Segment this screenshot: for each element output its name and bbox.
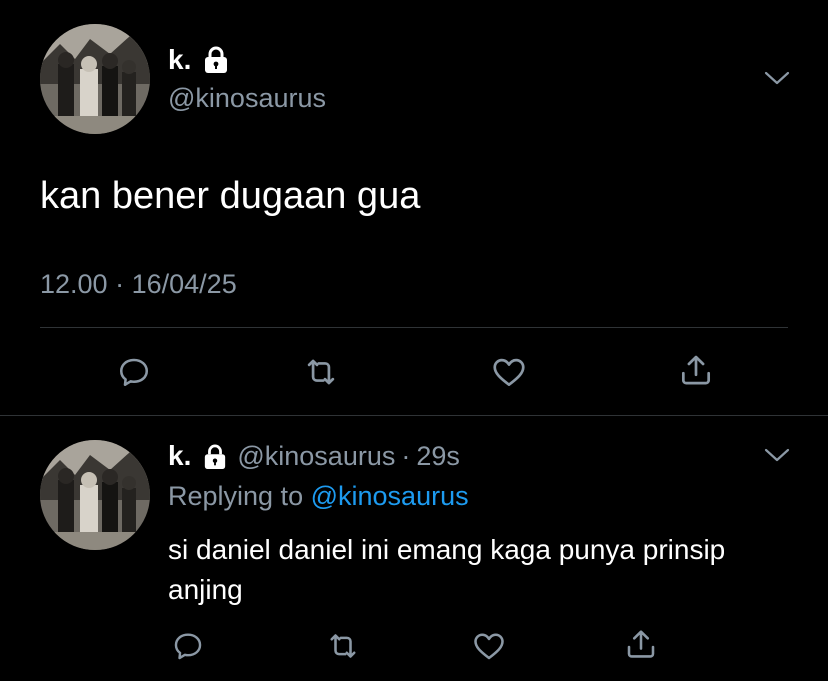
reply-handle[interactable]: @kinosaurus	[237, 438, 395, 474]
reply-text: si daniel daniel ini emang kaga punya pr…	[168, 534, 726, 605]
tweet-text: kan bener dugaan gua	[40, 175, 421, 217]
reply-icon	[116, 354, 152, 390]
chevron-down-icon[interactable]	[764, 70, 790, 86]
reply-retweet-button[interactable]	[323, 626, 363, 666]
tweet-time: 12.00	[40, 269, 108, 299]
reply-display-name[interactable]: k.	[168, 438, 191, 474]
retweet-button[interactable]	[301, 352, 341, 392]
retweet-icon	[302, 353, 340, 391]
like-button[interactable]	[489, 352, 529, 392]
divider	[40, 327, 788, 328]
reply-button[interactable]	[114, 352, 154, 392]
replying-to-handle-link[interactable]: @kinosaurus	[311, 481, 469, 511]
avatar[interactable]	[40, 24, 150, 134]
reply-time[interactable]: 29s	[416, 438, 460, 474]
display-name[interactable]: k.	[168, 42, 229, 78]
replying-to: Replying to @kinosaurus	[168, 478, 469, 514]
reply-avatar[interactable]	[40, 440, 150, 550]
reply-share-button[interactable]	[621, 624, 661, 664]
reply-like-button[interactable]	[469, 626, 509, 666]
reply-header: k. @kinosaurus · 29s	[168, 438, 460, 474]
meta-separator: ·	[115, 269, 125, 299]
tweet-detail-screen: k. @kinosaurus kan bener dugaan gua 12.0…	[0, 0, 828, 681]
section-divider	[0, 415, 828, 416]
lock-icon	[203, 46, 229, 74]
share-icon	[623, 626, 659, 662]
tweet-timestamp[interactable]: 12.00 · 16/04/25	[40, 266, 237, 302]
retweet-icon	[325, 628, 361, 664]
reply-separator: ·	[401, 441, 411, 471]
heart-icon	[490, 353, 528, 391]
tweet-date: 16/04/25	[131, 269, 237, 299]
handle[interactable]: @kinosaurus	[168, 80, 326, 116]
lock-icon	[203, 443, 227, 469]
heart-icon	[471, 628, 507, 664]
share-button[interactable]	[676, 350, 716, 390]
reply-reply-button[interactable]	[168, 626, 208, 666]
chevron-down-icon[interactable]	[764, 447, 790, 463]
replying-to-label: Replying to	[168, 481, 304, 511]
share-icon	[677, 351, 715, 389]
display-name-text[interactable]: k.	[168, 42, 191, 78]
reply-icon	[171, 629, 205, 663]
